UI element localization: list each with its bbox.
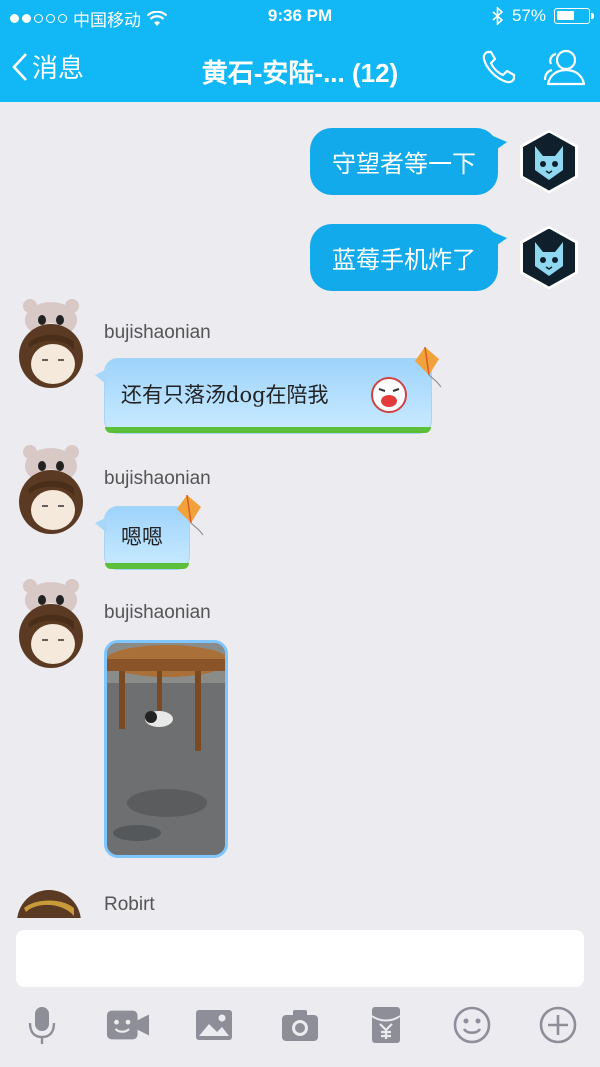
phone-icon[interactable] [478, 46, 520, 93]
message-text: 嗯嗯 [121, 525, 163, 549]
chevron-left-icon [12, 52, 27, 81]
sender-name: bujishaonian [104, 468, 211, 489]
bluetooth-icon [492, 7, 504, 25]
avatar[interactable] [520, 225, 578, 290]
bubble-grass-decoration [105, 563, 189, 569]
video-icon[interactable] [106, 1003, 150, 1047]
avatar[interactable] [16, 444, 86, 534]
plus-icon[interactable] [536, 1003, 580, 1047]
chat-toolbar [0, 1003, 600, 1053]
status-right: 57% [492, 6, 594, 26]
message-text: 还有只落汤dog在陪我 [121, 383, 329, 407]
group-members-icon[interactable] [542, 46, 588, 93]
message-bubble[interactable]: 守望者等一下 [310, 128, 507, 195]
avatar[interactable] [16, 872, 86, 918]
message-outgoing: 守望者等一下 [310, 128, 578, 195]
battery-percent: 57% [511, 6, 546, 25]
cat-avatar-icon [535, 145, 563, 180]
message-bubble[interactable]: 还有只落汤dog在陪我 [95, 347, 442, 434]
photo-table-dog [107, 643, 225, 855]
image-icon[interactable] [192, 1003, 236, 1047]
sender-name: Robirt [104, 894, 155, 915]
sender-name: bujishaonian [104, 602, 211, 623]
bubble-grass-decoration [105, 427, 431, 433]
microphone-icon[interactable] [20, 1003, 64, 1047]
battery-level [557, 11, 574, 20]
emoji-icon[interactable] [450, 1003, 494, 1047]
avatar[interactable] [16, 578, 86, 668]
kite-icon [415, 347, 442, 388]
message-input[interactable] [16, 930, 584, 987]
message-outgoing: 蓝莓手机炸了 [310, 224, 578, 291]
cat-avatar-icon [535, 241, 563, 276]
sender-name: bujishaonian [104, 322, 211, 343]
camera-icon[interactable] [278, 1003, 322, 1047]
page-title: 黄石-安陆-... (12) [201, 58, 399, 88]
kite-icon [177, 495, 204, 536]
avatar[interactable] [16, 298, 86, 388]
crying-face-sticker-icon [371, 377, 407, 413]
chat-area[interactable]: 守望者等一下 蓝莓手机炸了 bujishaonian 还有只落汤dog在陪我 b… [0, 102, 600, 918]
message-bubble[interactable]: 蓝莓手机炸了 [310, 224, 507, 291]
nav-bar: 消息 黄石-安陆-... (12) [0, 40, 600, 96]
image-message[interactable] [104, 640, 228, 858]
header: 中国移动 9:36 PM 57% 消息 黄石-安陆-... (12) [0, 0, 600, 102]
input-area [0, 918, 600, 1067]
avatar[interactable] [520, 129, 578, 194]
status-bar: 中国移动 9:36 PM 57% [0, 0, 600, 34]
battery-icon [554, 8, 594, 24]
red-packet-icon[interactable] [364, 1003, 408, 1047]
back-label: 消息 [32, 53, 85, 83]
message-bubble[interactable]: 嗯嗯 [95, 495, 204, 570]
back-button[interactable]: 消息 [12, 48, 84, 85]
